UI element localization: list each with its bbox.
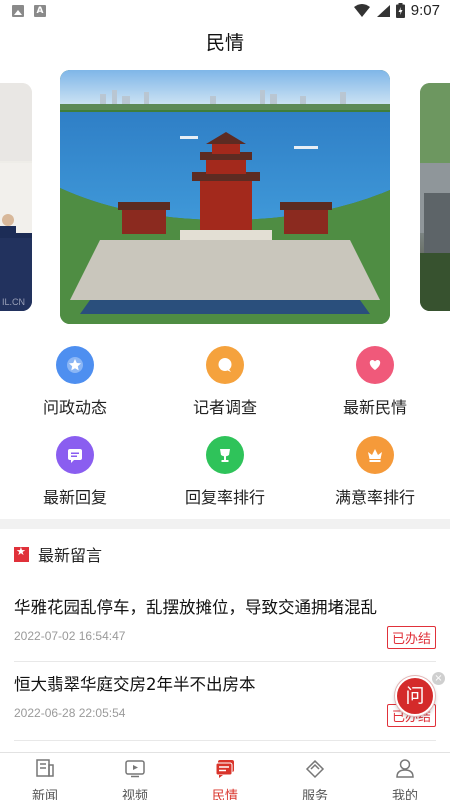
latest-messages-header: 最新留言 (14, 542, 102, 566)
nav-item-profile[interactable]: 我的 (360, 753, 450, 800)
close-icon[interactable]: × (432, 672, 445, 685)
grid-item-inquiry-news[interactable]: 问政动态 (0, 346, 150, 418)
carousel-main-slide[interactable] (60, 70, 390, 324)
grid-item-reporter-investigation[interactable]: 记者调查 (150, 346, 300, 418)
message-title: 华雅花园乱停车，乱摆放摊位，导致交通拥堵混乱 (14, 598, 377, 617)
divider (14, 740, 436, 741)
grid-label: 问政动态 (42, 398, 107, 417)
grid-item-latest-opinion[interactable]: 最新民情 (300, 346, 450, 418)
trophy-icon (206, 436, 244, 474)
grid-item-reply-rate-rank[interactable]: 回复率排行 (150, 436, 300, 508)
status-notifications: A (12, 5, 46, 17)
grid-label: 最新民情 (342, 398, 407, 417)
pavilion-lake-image (60, 70, 390, 324)
message-item[interactable]: 华雅花园乱停车，乱摆放摊位，导致交通拥堵混乱 2022-07-02 16:54:… (14, 596, 436, 650)
nav-label: 视频 (121, 789, 148, 800)
wifi-icon (353, 3, 370, 17)
nav-label: 民情 (211, 789, 238, 800)
grid-label: 满意率排行 (334, 488, 415, 507)
nav-label: 我的 (391, 789, 418, 800)
news-icon (36, 759, 54, 777)
flag-icon (14, 545, 29, 562)
svg-text:IL.CN: IL.CN (2, 297, 25, 307)
divider (14, 661, 436, 662)
status-time: 9:07 (410, 2, 440, 19)
page-title: 民情 (205, 32, 244, 54)
message-date: 2022-06-28 22:05:54 (14, 706, 126, 720)
grid-label: 最新回复 (42, 488, 107, 507)
message-title: 恒大翡翠华庭交房2年半不出房本 (14, 675, 256, 694)
section-divider (0, 519, 450, 529)
nav-item-public-opinion[interactable]: 民情 (180, 753, 270, 800)
message-date: 2022-07-02 16:54:47 (14, 629, 126, 643)
carousel-next-slide[interactable] (420, 83, 450, 311)
video-icon (125, 760, 145, 778)
nav-item-news[interactable]: 新闻 (0, 753, 90, 800)
grid-label: 记者调查 (192, 398, 257, 417)
status-bar: A 9:07 (0, 0, 450, 24)
grid-item-latest-reply[interactable]: 最新回复 (0, 436, 150, 508)
battery-icon (395, 3, 405, 18)
heart-hands-icon (356, 346, 394, 384)
grid-label: 回复率排行 (184, 488, 265, 507)
star-badge-icon (56, 346, 94, 384)
carousel-prev-slide[interactable]: IL.CN (0, 83, 32, 311)
grid-item-satisfaction-rank[interactable]: 满意率排行 (300, 436, 450, 508)
nav-label: 服务 (301, 789, 328, 800)
crown-icon (356, 436, 394, 474)
font-notification-icon: A (34, 5, 46, 17)
profile-icon (396, 759, 414, 778)
public-opinion-icon (215, 760, 234, 778)
nav-item-video[interactable]: 视频 (90, 753, 180, 800)
message-item[interactable]: 恒大翡翠华庭交房2年半不出房本 2022-06-28 22:05:54 已办结 (14, 673, 436, 727)
chat-bubble-icon (206, 346, 244, 384)
nav-item-service[interactable]: 服务 (270, 753, 360, 800)
nav-label: 新闻 (31, 789, 58, 800)
bottom-nav: 新闻 视频 民情 服务 我的 (0, 752, 450, 800)
service-icon (305, 759, 325, 779)
image-notification-icon (12, 5, 24, 17)
status-badge: 已办结 (386, 626, 436, 649)
ask-floating-button[interactable]: 问 (395, 676, 435, 716)
message-icon (56, 436, 94, 474)
signal-icon (376, 4, 390, 17)
banner-carousel[interactable]: IL.CN (0, 70, 450, 324)
section-title: 最新留言 (38, 546, 103, 565)
